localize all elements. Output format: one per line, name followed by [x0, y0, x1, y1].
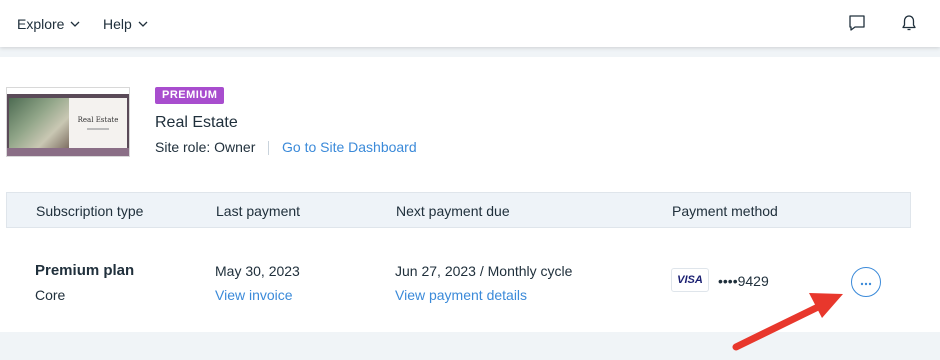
nav-explore[interactable]: Explore — [17, 14, 80, 34]
premium-badge: PREMIUM — [155, 87, 225, 104]
header-subscription-type: Subscription type — [36, 203, 144, 219]
thumbnail-subtitle-line — [87, 128, 109, 130]
thumbnail-header — [7, 88, 129, 94]
top-bar: Explore Help — [0, 0, 940, 47]
chevron-down-icon — [138, 21, 148, 27]
thumbnail-panel: Real Estate — [69, 98, 127, 150]
card-number: ••••9429 — [718, 273, 769, 289]
nav-help-label: Help — [103, 16, 132, 32]
site-role: Site role: Owner — [155, 139, 256, 155]
table-header: Subscription type Last payment Next paym… — [6, 192, 911, 228]
bell-icon[interactable] — [898, 12, 920, 34]
chevron-down-icon — [70, 21, 80, 27]
header-last-payment: Last payment — [216, 203, 301, 219]
plan-name: Premium plan — [35, 262, 135, 279]
site-name: Real Estate — [155, 114, 238, 131]
view-payment-details-link[interactable]: View payment details — [395, 287, 527, 303]
thumbnail-title: Real Estate — [77, 116, 119, 124]
more-actions-button[interactable] — [851, 267, 881, 297]
divider — [268, 141, 269, 155]
thumbnail-photo — [9, 98, 69, 150]
header-next-payment-due: Next payment due — [396, 203, 510, 219]
view-invoice-link[interactable]: View invoice — [215, 287, 293, 303]
site-subscription-card: Real Estate PREMIUM Real Estate Site rol… — [0, 57, 940, 332]
site-thumbnail[interactable]: Real Estate — [6, 87, 130, 157]
chat-bubble-icon[interactable] — [846, 12, 868, 34]
more-horizontal-icon — [860, 273, 872, 291]
last-payment-date: May 30, 2023 — [215, 263, 300, 279]
nav-help[interactable]: Help — [103, 14, 148, 34]
go-to-dashboard-link[interactable]: Go to Site Dashboard — [282, 139, 417, 155]
nav-explore-label: Explore — [17, 16, 65, 32]
thumbnail-footer — [7, 148, 129, 156]
plan-type: Core — [35, 287, 66, 303]
visa-card-icon: VISA — [671, 268, 709, 292]
next-payment-due: Jun 27, 2023 / Monthly cycle — [395, 263, 573, 279]
header-payment-method: Payment method — [672, 203, 778, 219]
